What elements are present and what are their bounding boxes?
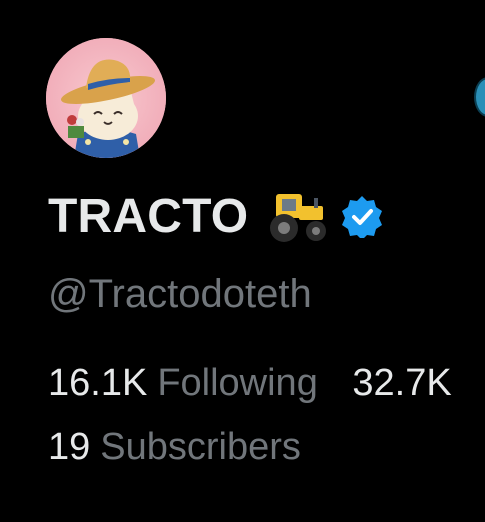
follow-stats-row: 16.1K Following 32.7K	[48, 362, 476, 405]
cowboy-cat-avatar-icon	[46, 38, 166, 158]
display-name: TRACTO	[48, 189, 249, 243]
profile-handle[interactable]: @Tractodoteth	[48, 272, 312, 317]
followers-stat[interactable]: 32.7K	[352, 362, 451, 405]
subscribers-count: 19	[48, 426, 91, 468]
verified-badge-icon[interactable]	[340, 194, 384, 238]
following-stat[interactable]: 16.1K Following	[48, 362, 318, 405]
following-label: Following	[157, 362, 318, 404]
subscribers-stat[interactable]: 19 Subscribers	[48, 426, 301, 469]
subscribers-label: Subscribers	[100, 426, 301, 468]
name-row: TRACTO	[48, 188, 384, 244]
followers-count: 32.7K	[352, 362, 452, 404]
tractor-icon	[270, 194, 327, 242]
profile-avatar[interactable]	[46, 38, 166, 158]
following-count: 16.1K	[48, 362, 148, 404]
partial-avatar-edge	[474, 77, 485, 117]
